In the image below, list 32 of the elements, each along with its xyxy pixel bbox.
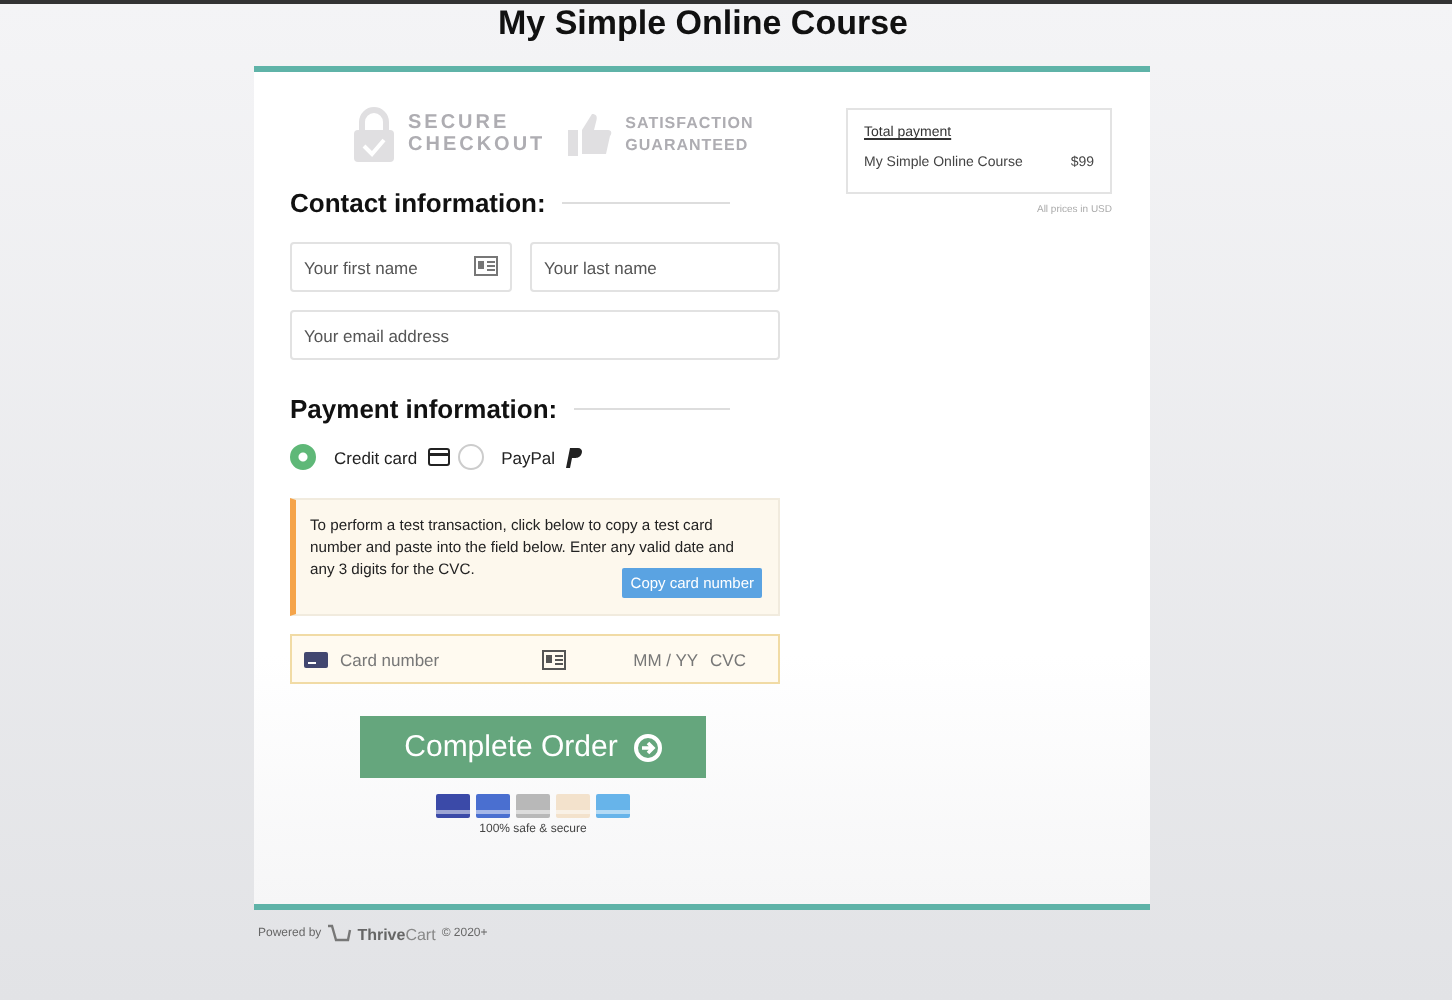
first-name-field[interactable]: Your first name — [290, 242, 512, 292]
cart-icon — [327, 924, 352, 944]
contact-card-icon — [474, 256, 498, 276]
arrow-circle-icon — [633, 733, 662, 761]
credit-card-icon — [427, 448, 450, 466]
payment-card-icon — [556, 794, 590, 818]
payment-card-icon — [476, 794, 510, 818]
lock-icon — [352, 106, 396, 162]
email-field[interactable]: Your email address — [290, 310, 780, 360]
paypal-icon — [565, 447, 582, 467]
card-number-placeholder: Card number — [340, 649, 442, 669]
section-heading: Payment information: — [290, 394, 558, 424]
badge-text: SATISFACTION GUARANTEED — [625, 112, 754, 156]
badge-text: SECURE CHECKOUT — [408, 112, 546, 156]
page-title: My Simple Online Course — [496, 4, 910, 46]
card-number-field[interactable]: Card number MM / YY CVC — [290, 634, 780, 684]
radio-button[interactable] — [457, 444, 484, 470]
last-name-field[interactable]: Your last name — [530, 242, 780, 292]
complete-order-button[interactable]: Complete Order — [360, 716, 706, 778]
credit-card-icon — [304, 651, 328, 667]
payment-card-icon — [516, 794, 550, 818]
contact-card-icon — [541, 649, 566, 669]
payment-card-icon — [436, 794, 470, 818]
payment-method-label[interactable]: Credit card — [334, 447, 418, 467]
payment-card-icon — [596, 794, 630, 818]
radio-button[interactable] — [290, 444, 316, 470]
thumbs-up-icon — [565, 110, 614, 158]
payment-method-label[interactable]: PayPal — [501, 447, 556, 467]
expiry-placeholder: MM / YY — [633, 649, 699, 669]
section-heading: Contact information: — [290, 188, 546, 218]
cvc-placeholder: CVC — [710, 649, 746, 669]
brand-name: ThriveCart — [357, 925, 436, 943]
